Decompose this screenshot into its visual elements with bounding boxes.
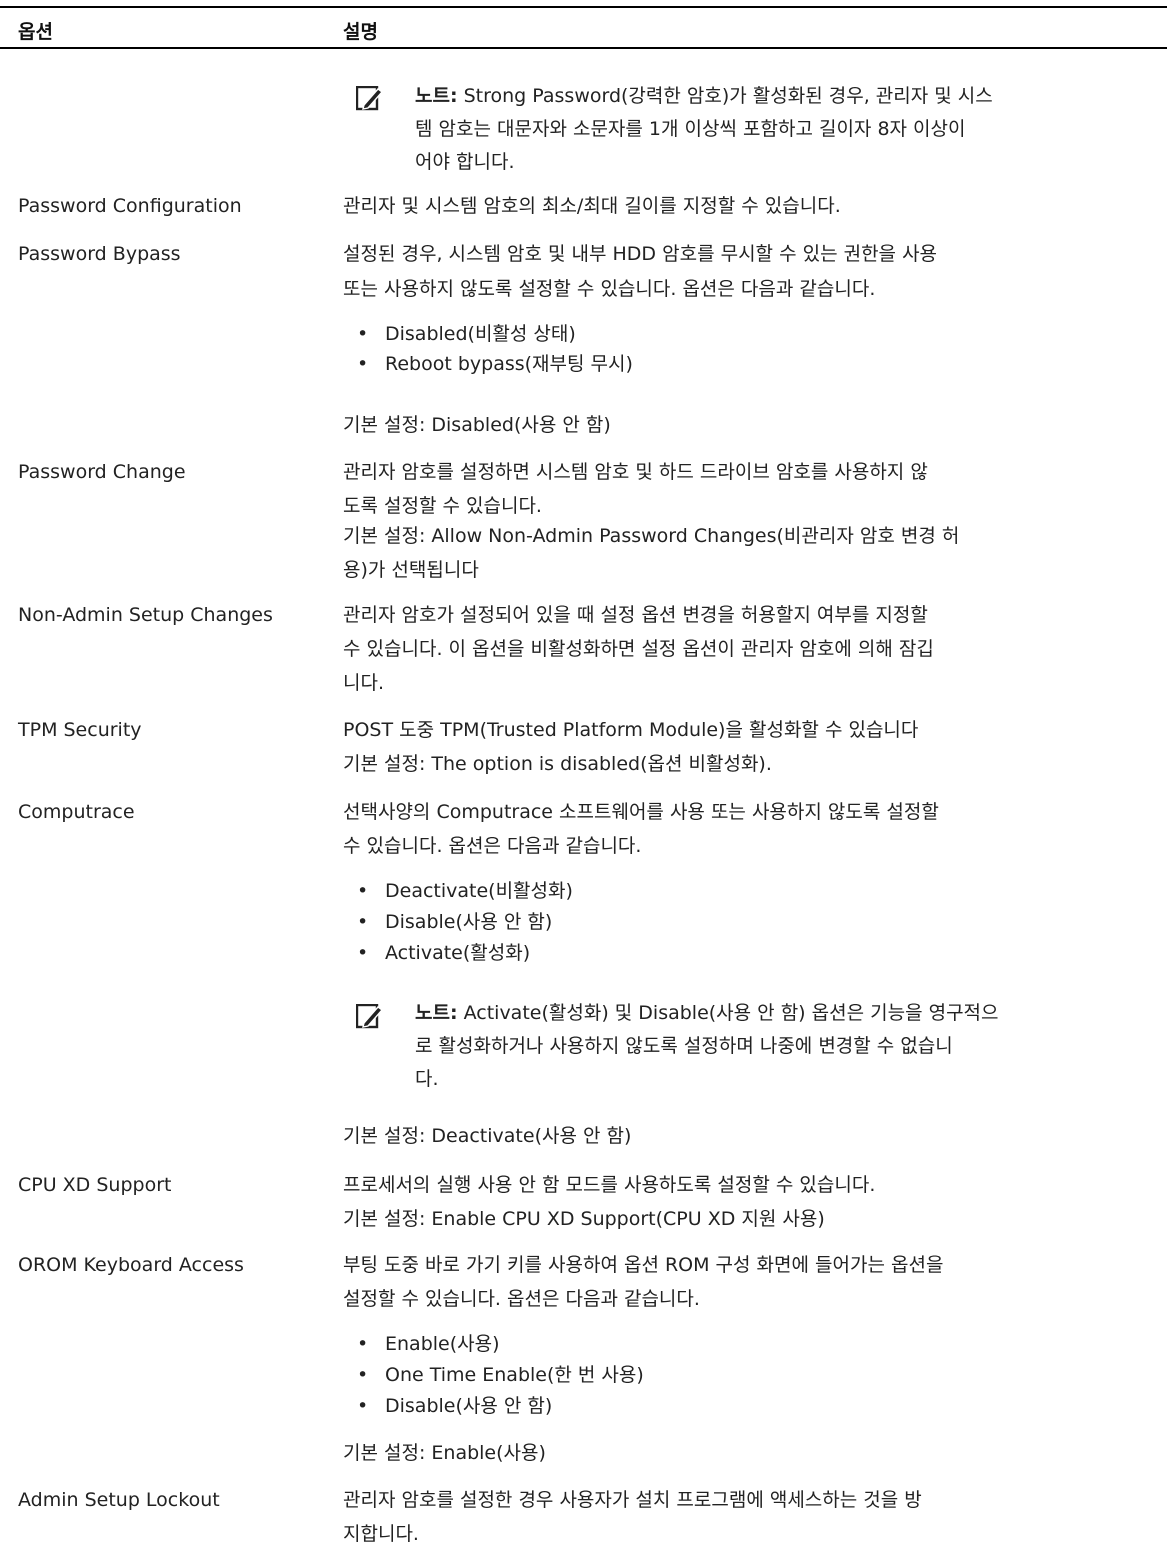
option-name: OROM Keyboard Access <box>18 1254 244 1276</box>
description-text: 설정된 경우, 시스템 암호 및 내부 HDD 암호를 무시할 수 있는 권한을… <box>343 243 938 265</box>
bullet-icon <box>357 876 385 906</box>
default-setting: 기본 설정: The option is disabled(옵션 비활성화). <box>343 753 772 775</box>
option-name: Password Configuration <box>18 195 242 217</box>
header-description: 설명 <box>343 21 378 43</box>
description-text: 부팅 도중 바로 가기 키를 사용하여 옵션 ROM 구성 화면에 들어가는 옵… <box>343 1254 944 1276</box>
note-text: 어야 합니다. <box>415 151 515 173</box>
default-setting: 용)가 선택됩니다 <box>343 559 479 581</box>
bullet-icon <box>357 1360 385 1390</box>
table-top-rule <box>0 6 1167 8</box>
list-item: Disable(사용 안 함) <box>357 1391 552 1421</box>
list-item: Activate(활성화) <box>357 938 530 968</box>
default-setting: 기본 설정: Disabled(사용 안 함) <box>343 414 611 436</box>
description-text: 선택사양의 Computrace 소프트웨어를 사용 또는 사용하지 않도록 설… <box>343 801 939 823</box>
option-name: Password Bypass <box>18 243 181 265</box>
description-text: 또는 사용하지 않도록 설정할 수 있습니다. 옵션은 다음과 같습니다. <box>343 278 876 300</box>
option-name: TPM Security <box>18 719 142 741</box>
header-rule <box>0 47 1167 49</box>
list-item: Disable(사용 안 함) <box>357 907 552 937</box>
note-label: 노트: <box>415 85 458 107</box>
option-name: CPU XD Support <box>18 1174 172 1196</box>
list-item: Reboot bypass(재부팅 무시) <box>357 349 633 379</box>
description-text: 수 있습니다. 옵션은 다음과 같습니다. <box>343 835 642 857</box>
list-item: One Time Enable(한 번 사용) <box>357 1360 644 1390</box>
bullet-icon <box>357 938 385 968</box>
default-setting: 기본 설정: Allow Non-Admin Password Changes(… <box>343 525 960 547</box>
bullet-icon <box>357 907 385 937</box>
note-label: 노트: <box>415 1002 458 1024</box>
option-name: Non-Admin Setup Changes <box>18 604 273 626</box>
bullet-icon <box>357 319 385 349</box>
default-setting: 기본 설정: Deactivate(사용 안 함) <box>343 1125 632 1147</box>
list-item: Disabled(비활성 상태) <box>357 319 576 349</box>
description-text: 프로세서의 실행 사용 안 함 모드를 사용하도록 설정할 수 있습니다. <box>343 1174 876 1196</box>
pencil-note-icon <box>356 1004 384 1029</box>
option-name: Password Change <box>18 461 186 483</box>
note-text: 노트: Activate(활성화) 및 Disable(사용 안 함) 옵션은 … <box>415 1002 999 1024</box>
bullet-icon <box>357 1391 385 1421</box>
description-text: 관리자 및 시스템 암호의 최소/최대 길이를 지정할 수 있습니다. <box>343 195 841 217</box>
description-text: 관리자 암호를 설정하면 시스템 암호 및 하드 드라이브 암호를 사용하지 않 <box>343 461 928 483</box>
description-text: 도록 설정할 수 있습니다. <box>343 495 542 517</box>
description-text: 설정할 수 있습니다. 옵션은 다음과 같습니다. <box>343 1288 700 1310</box>
description-text: 지합니다. <box>343 1523 419 1545</box>
list-item: Enable(사용) <box>357 1329 500 1359</box>
default-setting: 기본 설정: Enable(사용) <box>343 1442 546 1464</box>
description-text: 관리자 암호를 설정한 경우 사용자가 설치 프로그램에 액세스하는 것을 방 <box>343 1489 922 1511</box>
bullet-icon <box>357 1329 385 1359</box>
list-item: Deactivate(비활성화) <box>357 876 573 906</box>
default-setting: 기본 설정: Enable CPU XD Support(CPU XD 지원 사… <box>343 1208 825 1230</box>
option-name: Admin Setup Lockout <box>18 1489 220 1511</box>
note-text: 노트: Strong Password(강력한 암호)가 활성화된 경우, 관리… <box>415 85 993 107</box>
description-text: POST 도중 TPM(Trusted Platform Module)을 활성… <box>343 719 919 741</box>
note-text: 다. <box>415 1068 439 1090</box>
bullet-icon <box>357 349 385 379</box>
header-option: 옵션 <box>18 21 53 43</box>
note-text: 템 암호는 대문자와 소문자를 1개 이상씩 포함하고 길이자 8자 이상이 <box>415 118 966 140</box>
option-name: Computrace <box>18 801 135 823</box>
description-text: 관리자 암호가 설정되어 있을 때 설정 옵션 변경을 허용할지 여부를 지정할 <box>343 604 928 626</box>
note-text: 로 활성화하거나 사용하지 않도록 설정하며 나중에 변경할 수 없습니 <box>415 1035 953 1057</box>
description-text: 수 있습니다. 이 옵션을 비활성화하면 설정 옵션이 관리자 암호에 의해 잠… <box>343 638 934 660</box>
description-text: 니다. <box>343 672 384 694</box>
pencil-note-icon <box>356 86 384 111</box>
